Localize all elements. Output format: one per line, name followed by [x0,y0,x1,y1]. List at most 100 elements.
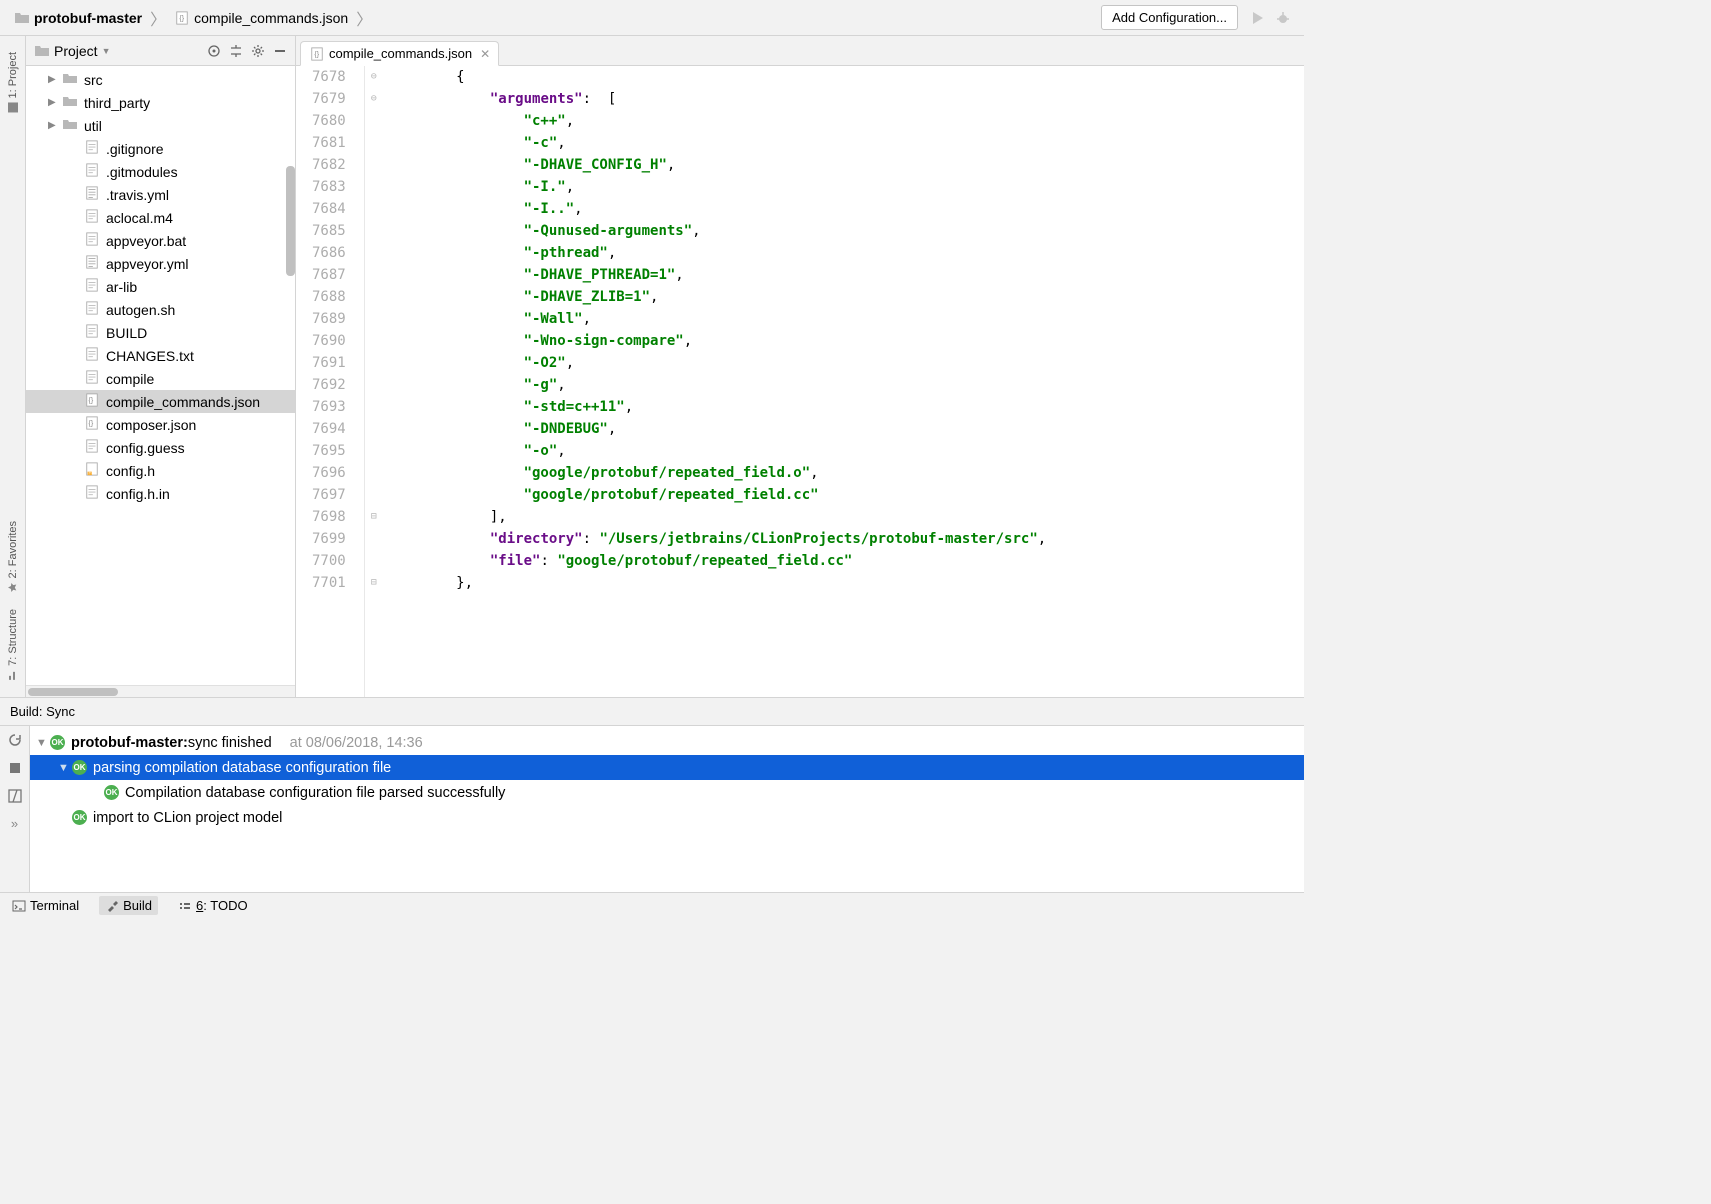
fold-marker[interactable] [365,308,383,330]
expand-icon[interactable]: » [11,816,18,831]
code-line[interactable]: "-I.", [389,176,1304,198]
code-line[interactable]: "-O2", [389,352,1304,374]
fold-marker[interactable] [365,286,383,308]
vertical-scrollbar[interactable] [286,166,295,276]
tree-item[interactable]: appveyor.yml [26,252,295,275]
code-line[interactable]: "-g", [389,374,1304,396]
status-todo[interactable]: 6: TODO [172,896,254,915]
tree-item[interactable]: ▶util [26,114,295,137]
tree-item[interactable]: aclocal.m4 [26,206,295,229]
status-terminal[interactable]: Terminal [6,896,85,915]
fold-marker[interactable] [365,462,383,484]
fold-marker[interactable] [365,110,383,132]
code-line[interactable]: "-DNDEBUG", [389,418,1304,440]
stop-icon[interactable] [7,760,23,776]
fold-marker[interactable] [365,330,383,352]
editor-fold-strip[interactable]: ⊖⊖⊟⊟ [365,66,383,697]
code-line[interactable]: "-c", [389,132,1304,154]
tool-structure[interactable]: 7: Structure [7,609,19,681]
code-line[interactable]: "arguments": [ [389,88,1304,110]
tool-project[interactable]: 1: Project [7,52,19,113]
tree-item[interactable]: BUILD [26,321,295,344]
collapse-icon[interactable] [229,44,243,58]
code-line[interactable]: "-DHAVE_ZLIB=1", [389,286,1304,308]
editor-body[interactable]: 7678767976807681768276837684768576867687… [296,66,1304,697]
code-line[interactable]: "-I..", [389,198,1304,220]
expand-arrow-icon[interactable]: ▶ [48,120,60,131]
fold-marker[interactable]: ⊖ [365,66,383,88]
fold-marker[interactable]: ⊖ [365,88,383,110]
code-line[interactable]: "c++", [389,110,1304,132]
code-line[interactable]: "-std=c++11", [389,396,1304,418]
fold-marker[interactable] [365,396,383,418]
editor-tab[interactable]: {} compile_commands.json ✕ [300,41,499,66]
toggle-view-icon[interactable] [7,788,23,804]
tree-item[interactable]: appveyor.bat [26,229,295,252]
code-line[interactable]: "-Wall", [389,308,1304,330]
breadcrumb-file[interactable]: {} compile_commands.json [168,10,354,26]
code-line[interactable]: "-Wno-sign-compare", [389,330,1304,352]
fold-marker[interactable] [365,198,383,220]
tree-item[interactable]: Hconfig.h [26,459,295,482]
fold-marker[interactable] [365,220,383,242]
fold-marker[interactable]: ⊟ [365,506,383,528]
tree-item[interactable]: config.h.in [26,482,295,505]
fold-marker[interactable] [365,154,383,176]
expand-arrow-icon[interactable]: ▶ [48,97,60,108]
code-line[interactable]: "-pthread", [389,242,1304,264]
tool-favorites[interactable]: 2: Favorites [7,521,19,593]
fold-marker[interactable] [365,440,383,462]
build-tree-row[interactable]: OKCompilation database configuration fil… [30,780,1304,805]
run-icon[interactable] [1248,9,1266,27]
tree-item[interactable]: compile [26,367,295,390]
build-tree-row[interactable]: ▼OKimport to CLion project model [30,805,1304,830]
status-build[interactable]: Build [99,896,158,915]
tree-item[interactable]: CHANGES.txt [26,344,295,367]
fold-marker[interactable] [365,242,383,264]
breadcrumb-root[interactable]: protobuf-master [8,10,148,26]
project-tree[interactable]: ▶src▶third_party▶util.gitignore.gitmodul… [26,66,295,685]
code-line[interactable]: "google/protobuf/repeated_field.o", [389,462,1304,484]
tree-item[interactable]: .travis.yml [26,183,295,206]
refresh-icon[interactable] [7,732,23,748]
fold-marker[interactable] [365,132,383,154]
fold-marker[interactable] [365,528,383,550]
gear-icon[interactable] [251,44,265,58]
expand-arrow-icon[interactable]: ▼ [36,737,50,749]
debug-icon[interactable] [1274,9,1292,27]
build-tree-row[interactable]: ▼OKprotobuf-master: sync finishedat 08/0… [30,730,1304,755]
horizontal-scrollbar-track[interactable] [26,685,295,697]
close-icon[interactable]: ✕ [480,47,490,61]
locate-icon[interactable] [207,44,221,58]
fold-marker[interactable] [365,418,383,440]
project-view-selector[interactable]: Project ▼ [30,43,115,59]
tree-item[interactable]: autogen.sh [26,298,295,321]
build-tree[interactable]: ▼OKprotobuf-master: sync finishedat 08/0… [30,726,1304,892]
tree-item[interactable]: .gitmodules [26,160,295,183]
minimize-icon[interactable] [273,44,287,58]
tree-item[interactable]: {}composer.json [26,413,295,436]
code-line[interactable]: "-Qunused-arguments", [389,220,1304,242]
tree-item[interactable]: ▶src [26,68,295,91]
fold-marker[interactable] [365,484,383,506]
tree-item[interactable]: {}compile_commands.json [26,390,295,413]
tree-item[interactable]: ar-lib [26,275,295,298]
code-line[interactable]: "-o", [389,440,1304,462]
fold-marker[interactable] [365,352,383,374]
fold-marker[interactable] [365,550,383,572]
code-line[interactable]: "file": "google/protobuf/repeated_field.… [389,550,1304,572]
tree-item[interactable]: .gitignore [26,137,295,160]
fold-marker[interactable] [365,264,383,286]
expand-arrow-icon[interactable]: ▼ [58,762,72,774]
code-line[interactable]: }, [389,572,1304,594]
code-line[interactable]: "-DHAVE_PTHREAD=1", [389,264,1304,286]
tree-item[interactable]: config.guess [26,436,295,459]
fold-marker[interactable] [365,176,383,198]
add-configuration-button[interactable]: Add Configuration... [1101,5,1238,30]
code-line[interactable]: "directory": "/Users/jetbrains/CLionProj… [389,528,1304,550]
tree-item[interactable]: ▶third_party [26,91,295,114]
code-line[interactable]: "-DHAVE_CONFIG_H", [389,154,1304,176]
code-line[interactable]: { [389,66,1304,88]
horizontal-scrollbar[interactable] [28,688,118,696]
build-tree-row[interactable]: ▼OKparsing compilation database configur… [30,755,1304,780]
